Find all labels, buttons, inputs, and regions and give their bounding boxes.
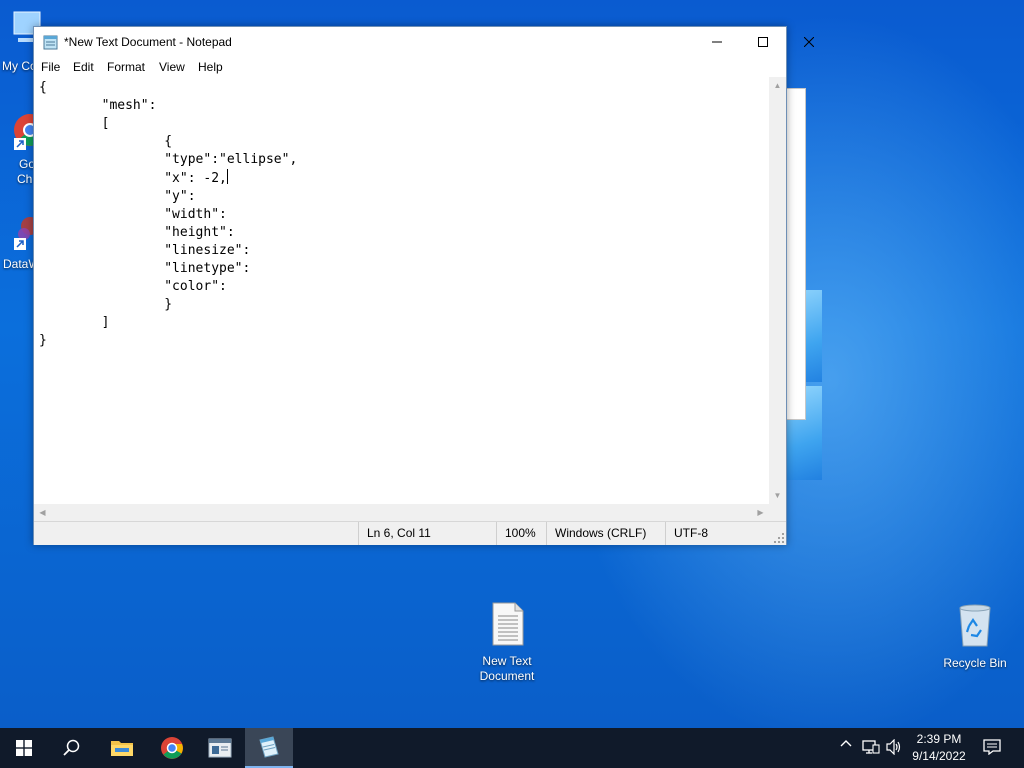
- text-file-icon: [492, 602, 524, 646]
- maximize-button[interactable]: [740, 27, 786, 57]
- app-window-icon: [208, 738, 232, 758]
- volume-icon[interactable]: [885, 738, 903, 758]
- desktop-icon-new-text-document[interactable]: New Text Document: [467, 602, 547, 684]
- status-zoom: 100%: [496, 522, 547, 545]
- close-icon: [804, 37, 814, 47]
- status-cursor-position: Ln 6, Col 11: [358, 522, 497, 545]
- window-title: *New Text Document - Notepad: [64, 35, 232, 49]
- text-before-caret: { "mesh": [ { "type":"ellipse", "x": -2,: [39, 80, 298, 186]
- title-bar[interactable]: *New Text Document - Notepad: [34, 27, 814, 57]
- menu-file[interactable]: File: [41, 60, 60, 74]
- desktop-icon-label: Recycle Bin: [943, 656, 1007, 670]
- taskbar: 2:39 PM 9/14/2022: [0, 728, 1024, 768]
- desktop-icon-label: Ch: [17, 172, 33, 186]
- shortcut-arrow-icon: [14, 238, 26, 250]
- show-hidden-icons-chevron-icon[interactable]: [840, 737, 852, 753]
- close-button[interactable]: [786, 27, 832, 57]
- taskbar-app[interactable]: [196, 728, 244, 768]
- notepad-icon: [43, 35, 58, 50]
- chrome-icon: [161, 737, 183, 759]
- shortcut-arrow-icon: [14, 138, 26, 150]
- menu-view[interactable]: View: [159, 60, 185, 74]
- notepad-icon: [259, 736, 279, 758]
- search-button[interactable]: [48, 728, 96, 768]
- taskbar-notepad[interactable]: [245, 728, 293, 768]
- windows-logo-icon: [16, 740, 32, 756]
- text-after-caret: "y": "width": "height": "linesize": "lin…: [39, 189, 251, 348]
- desktop-icon-recycle-bin[interactable]: Recycle Bin: [935, 602, 1015, 671]
- start-button[interactable]: [0, 728, 48, 768]
- clock-date: 9/14/2022: [912, 749, 966, 763]
- recycle-bin-icon: [959, 604, 991, 647]
- folder-icon: [111, 741, 133, 756]
- horizontal-scrollbar[interactable]: ◀ ▶: [34, 504, 769, 521]
- taskbar-file-explorer[interactable]: [98, 728, 146, 768]
- text-editor[interactable]: { "mesh": [ { "type":"ellipse", "x": -2,…: [34, 77, 769, 504]
- desktop-icon-label: New Text: [482, 654, 532, 668]
- text-caret: [226, 169, 228, 184]
- status-encoding: UTF-8: [665, 522, 779, 545]
- minimize-button[interactable]: [694, 27, 740, 57]
- desktop-icon-label: Document: [479, 669, 535, 683]
- search-icon: [63, 739, 80, 756]
- menu-edit[interactable]: Edit: [73, 60, 94, 74]
- desktop: My Co Go Ch DataW New Text Document Recy…: [0, 0, 1024, 728]
- scroll-up-arrow-icon[interactable]: ▲: [769, 77, 786, 94]
- clock-time: 2:39 PM: [916, 732, 962, 746]
- system-clock[interactable]: 2:39 PM 9/14/2022: [906, 731, 972, 765]
- notification-center-icon[interactable]: [983, 739, 1001, 758]
- status-bar: Ln 6, Col 11 100% Windows (CRLF) UTF-8: [34, 521, 786, 545]
- desktop-icon-label: My Co: [2, 59, 37, 73]
- minimize-icon: [712, 41, 722, 43]
- background-window[interactable]: [786, 88, 806, 420]
- menu-bar: File Edit Format View Help: [34, 57, 786, 77]
- resize-grip-icon[interactable]: [774, 533, 784, 543]
- network-icon[interactable]: [862, 739, 880, 758]
- status-line-ending: Windows (CRLF): [546, 522, 665, 545]
- menu-format[interactable]: Format: [107, 60, 145, 74]
- scroll-left-arrow-icon[interactable]: ◀: [34, 504, 51, 521]
- notepad-window[interactable]: *New Text Document - Notepad File Edit F…: [33, 26, 814, 545]
- vertical-scrollbar[interactable]: ▲ ▼: [769, 77, 786, 504]
- menu-help[interactable]: Help: [198, 60, 223, 74]
- taskbar-chrome[interactable]: [148, 728, 196, 768]
- scroll-right-arrow-icon[interactable]: ▶: [752, 504, 769, 521]
- maximize-icon: [758, 37, 768, 47]
- editor-content[interactable]: { "mesh": [ { "type":"ellipse", "x": -2,…: [34, 77, 769, 350]
- scrollbar-corner: [769, 504, 786, 521]
- scroll-down-arrow-icon[interactable]: ▼: [769, 487, 786, 504]
